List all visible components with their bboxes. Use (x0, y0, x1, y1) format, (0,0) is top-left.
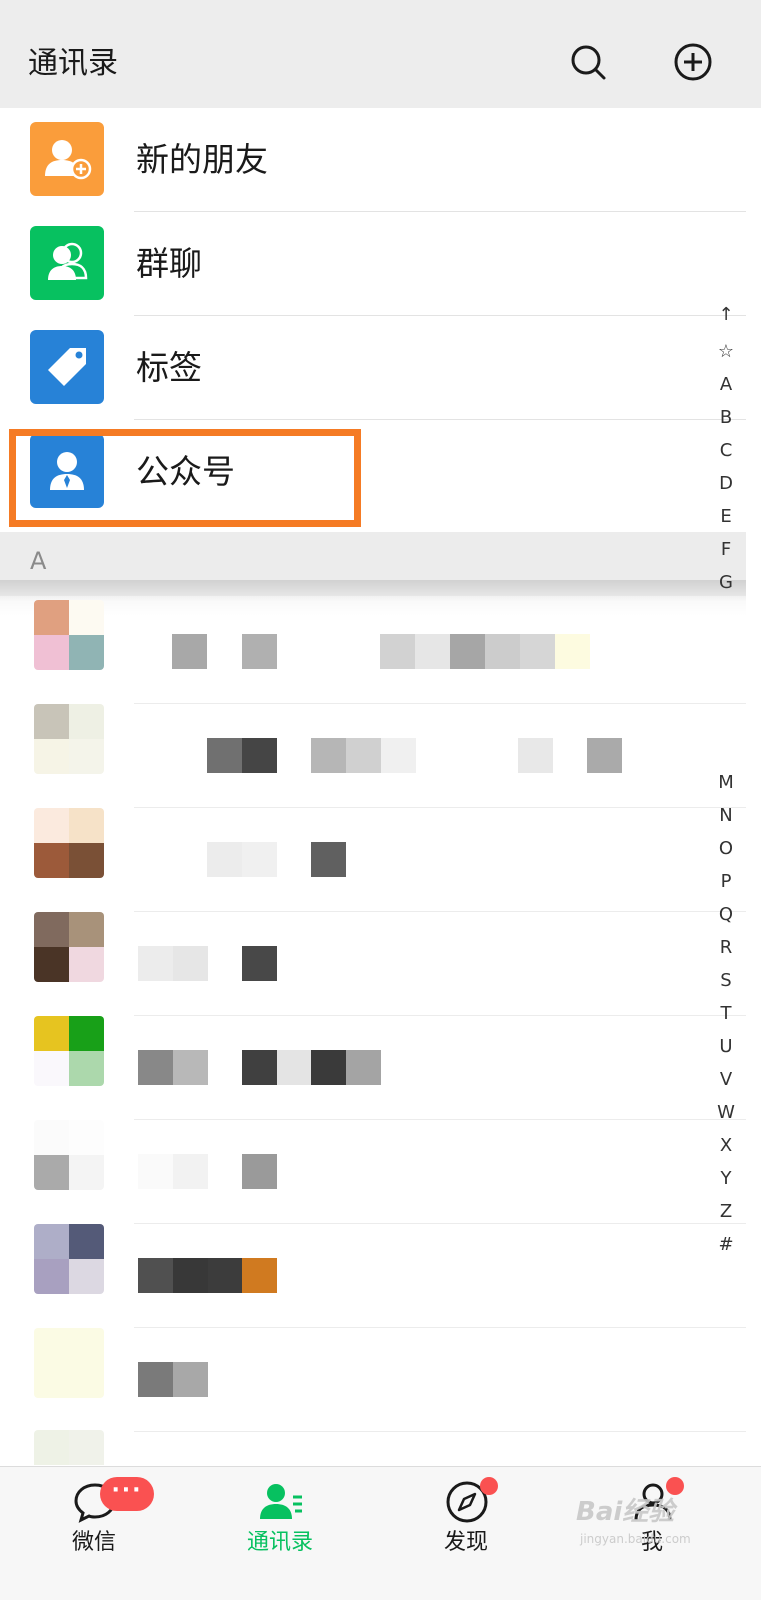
index-letter[interactable]: E (712, 506, 740, 528)
tab-label: 发现 (443, 1530, 488, 1555)
avatar (34, 1328, 104, 1398)
index-letter[interactable]: # (712, 1234, 740, 1256)
contact-row[interactable] (0, 1016, 746, 1120)
highlight-box (9, 429, 361, 527)
tab-label: 通讯录 (246, 1530, 313, 1555)
plus-circle-icon[interactable] (673, 42, 713, 82)
contact-row[interactable] (0, 1224, 746, 1328)
menu-label: 标签 (136, 348, 202, 387)
baidu-jingyan-watermark: Bai经验 jingyan.baidu.com (576, 1496, 736, 1556)
avatar (34, 1120, 104, 1190)
index-letter[interactable]: A (712, 374, 740, 396)
index-letter[interactable]: R (712, 937, 740, 959)
index-letter[interactable]: B (712, 407, 740, 429)
menu-item-tags[interactable]: 标签 (0, 316, 746, 420)
watermark-logo-text: Bai经验 (576, 1497, 675, 1527)
page-title: 通讯录 (28, 46, 118, 81)
notification-dot (480, 1477, 498, 1495)
index-letter[interactable]: P (712, 871, 740, 893)
tab-label: 微信 (71, 1530, 116, 1555)
index-letter[interactable]: T (712, 1003, 740, 1025)
contact-row[interactable] (0, 808, 746, 912)
avatar (34, 808, 104, 878)
section-letter: A (30, 547, 47, 575)
contact-row[interactable] (0, 600, 746, 704)
group-icon (30, 226, 104, 300)
index-letter[interactable]: Y (712, 1168, 740, 1190)
contact-row[interactable] (0, 1120, 746, 1224)
menu-label: 群聊 (136, 244, 202, 283)
index-letter[interactable]: N (712, 805, 740, 827)
tag-icon (30, 330, 104, 404)
notification-dot (666, 1477, 684, 1495)
search-icon[interactable] (568, 42, 608, 82)
contact-row[interactable] (0, 912, 746, 1016)
menu-label: 新的朋友 (136, 140, 268, 179)
index-letter[interactable]: S (712, 970, 740, 992)
index-letter[interactable]: O (712, 838, 740, 860)
index-letter[interactable]: G (712, 572, 740, 594)
index-letter[interactable]: ↑ (712, 304, 740, 326)
avatar (34, 1224, 104, 1294)
index-letter[interactable]: ☆ (712, 341, 740, 363)
menu-item-group-chats[interactable]: 群聊 (0, 212, 746, 316)
menu-item-new-friends[interactable]: 新的朋友 (0, 108, 746, 212)
index-letter[interactable]: X (712, 1135, 740, 1157)
index-letter[interactable]: M (712, 772, 740, 794)
contacts-icon (258, 1479, 304, 1525)
top-bar: 通讯录 (0, 0, 761, 108)
contact-row[interactable] (0, 704, 746, 808)
index-letter[interactable]: C (712, 440, 740, 462)
index-letter[interactable]: Q (712, 904, 740, 926)
add-friend-icon (30, 122, 104, 196)
unread-badge: ··· (100, 1477, 154, 1511)
index-letter[interactable]: D (712, 473, 740, 495)
index-letter[interactable]: W (712, 1102, 740, 1124)
avatar (34, 1016, 104, 1086)
index-letter[interactable]: F (712, 539, 740, 561)
index-letter[interactable]: U (712, 1036, 740, 1058)
avatar (34, 600, 104, 670)
contact-row[interactable] (0, 1328, 746, 1432)
avatar (34, 704, 104, 774)
tab-chats[interactable]: ··· 微信 (34, 1467, 154, 1600)
tab-contacts[interactable]: 通讯录 (220, 1467, 340, 1600)
watermark-url: jingyan.baidu.com (580, 1532, 691, 1546)
tab-discover[interactable]: 发现 (406, 1467, 526, 1600)
index-letter[interactable]: Z (712, 1201, 740, 1223)
index-letter[interactable]: V (712, 1069, 740, 1091)
avatar (34, 912, 104, 982)
